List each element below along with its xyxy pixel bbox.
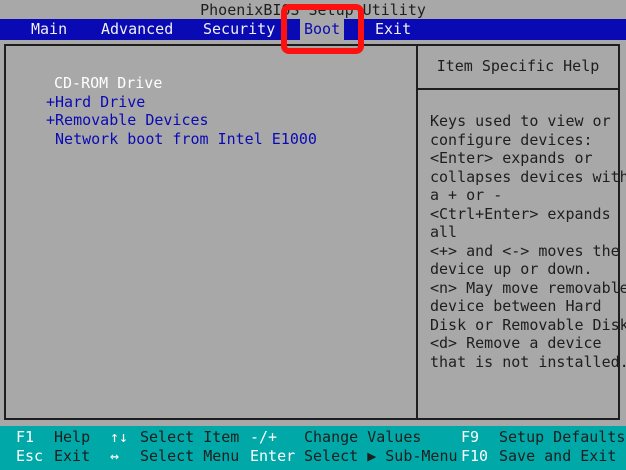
key-enter: Enter	[250, 447, 296, 465]
bios-title: PhoenixBIOS Setup Utility	[0, 0, 626, 19]
key-plusminus: -/+	[250, 428, 278, 446]
menu-exit[interactable]: Exit	[375, 19, 411, 40]
key-esc: Esc	[16, 447, 44, 465]
help-line: <n> May move removable	[430, 278, 626, 297]
boot-order-list: CD-ROM Drive +Hard Drive +Removable Devi…	[46, 74, 317, 148]
help-line: <+> and <-> moves the	[430, 241, 620, 260]
help-line: all	[430, 223, 458, 241]
key-plusminus-desc: Change Values	[304, 428, 422, 446]
help-line: a + or -	[430, 186, 503, 204]
boot-item-network[interactable]: Network boot from Intel E1000	[46, 130, 317, 149]
help-line: <Enter> expands or	[430, 149, 593, 167]
key-esc-desc: Exit	[54, 447, 91, 465]
help-line: collapses devices with	[430, 167, 626, 186]
key-leftright-desc: Select Menu	[140, 447, 240, 465]
help-line: configure devices:	[430, 130, 593, 149]
key-f10: F10	[461, 447, 489, 465]
key-f1-desc: Help	[54, 428, 91, 446]
boot-item-removable-devices[interactable]: +Removable Devices	[46, 111, 317, 130]
help-panel-text: Keys used to view or configure devices: …	[430, 112, 626, 371]
help-panel-title: Item Specific Help	[436, 57, 600, 75]
help-line: device between Hard	[430, 297, 602, 315]
key-f10-desc: Save and Exit	[499, 447, 617, 465]
status-bar: F1 Help ↑↓ Select Item -/+ Change Values…	[0, 426, 626, 470]
key-f9-desc: Setup Defaults	[499, 428, 626, 446]
menu-boot[interactable]: Boot	[300, 19, 345, 40]
help-line: device up or down.	[430, 260, 593, 278]
help-line: <d> Remove a device	[430, 334, 602, 352]
key-updown-desc: Select Item	[140, 428, 240, 446]
boot-item-hard-drive[interactable]: +Hard Drive	[46, 93, 317, 112]
menu-advanced[interactable]: Advanced	[101, 19, 173, 40]
help-header-divider	[418, 88, 618, 90]
updown-arrows-icon: ↑↓	[110, 428, 129, 446]
key-f1: F1	[16, 428, 35, 446]
help-line: <Ctrl+Enter> expands	[430, 204, 611, 223]
menu-security[interactable]: Security	[203, 19, 275, 40]
leftright-arrows-icon: ↔	[110, 447, 120, 465]
boot-item-cdrom[interactable]: CD-ROM Drive	[46, 74, 317, 93]
help-line: Disk or Removable Disk	[430, 315, 626, 334]
help-line: Keys used to view or	[430, 112, 611, 130]
panel-divider	[416, 44, 418, 420]
key-f9: F9	[461, 428, 480, 446]
menu-main[interactable]: Main	[31, 19, 67, 40]
help-line: that is not installed.	[430, 352, 626, 371]
menu-bar: Main Advanced Security Boot Exit	[0, 19, 626, 40]
key-enter-desc: Select ▶ Sub-Menu	[304, 447, 458, 465]
